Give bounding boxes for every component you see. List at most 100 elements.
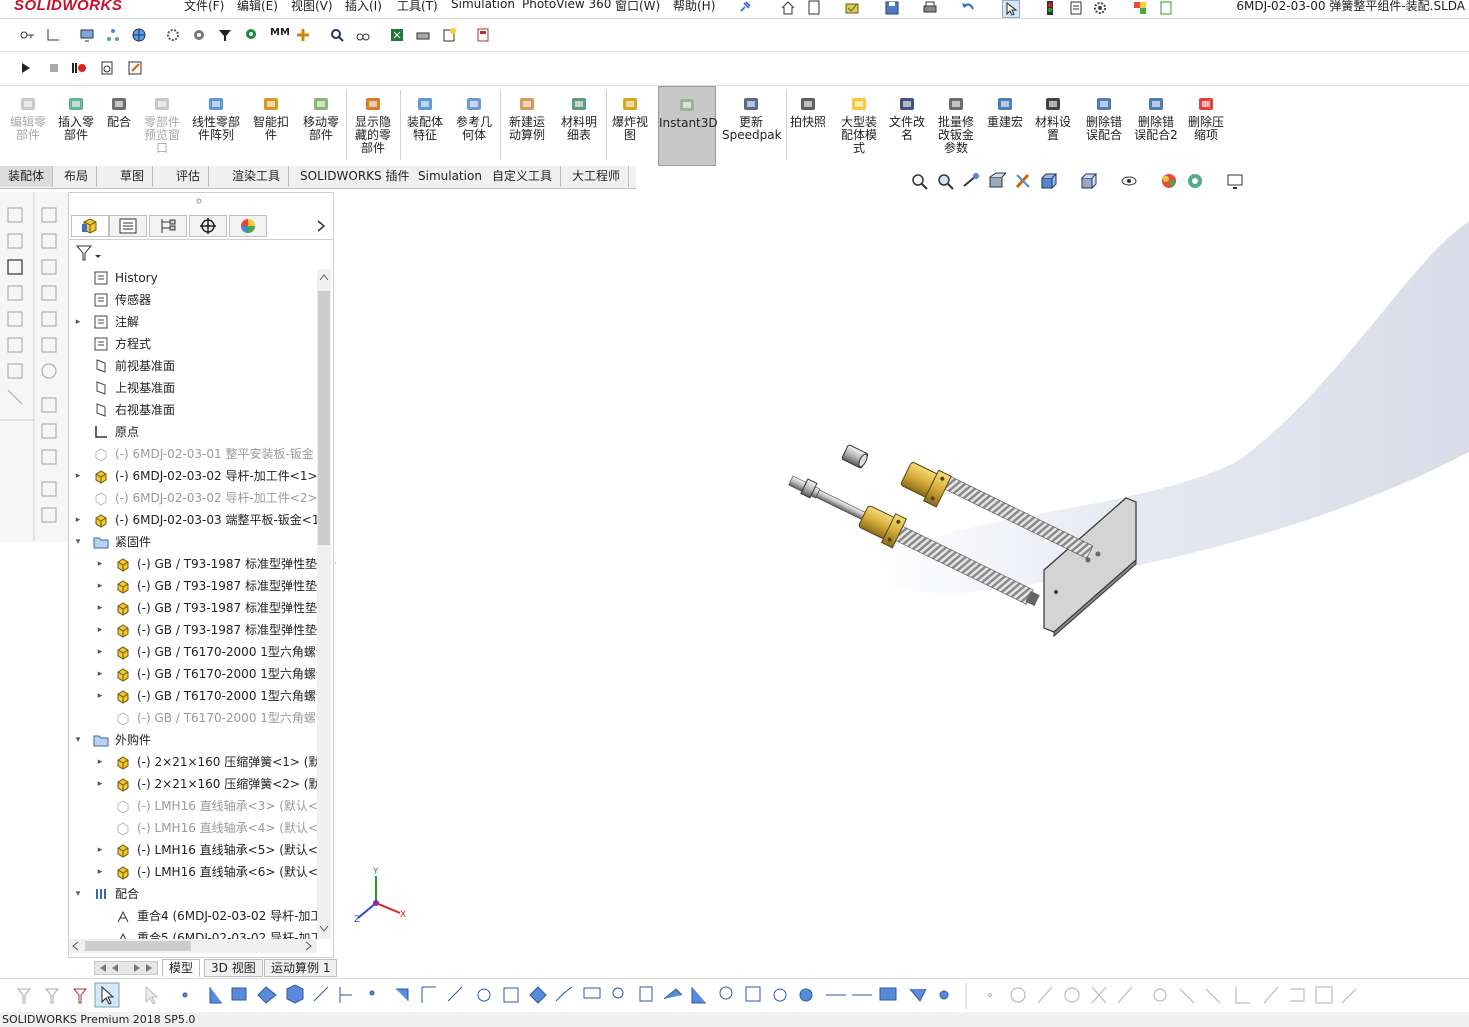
location-pin-icon[interactable] bbox=[243, 27, 259, 43]
cmd-bom-button[interactable]: 材料明 细表 bbox=[556, 86, 602, 166]
cmd-speedpak-button[interactable]: 更新 Speedpak bbox=[722, 86, 782, 166]
tab-scroll-arrows-icon[interactable] bbox=[94, 961, 158, 975]
cmd-smart-fastener-button[interactable]: 智能扣 件 bbox=[250, 86, 292, 166]
view-orientation-icon[interactable] bbox=[1040, 172, 1058, 190]
zoom-area-icon[interactable] bbox=[936, 172, 954, 190]
excel-icon[interactable] bbox=[389, 27, 405, 43]
tab-evaluate[interactable]: 评估 bbox=[168, 166, 210, 187]
zoom-to-fit-icon[interactable] bbox=[910, 172, 928, 190]
graphics-area[interactable]: Y X Z bbox=[336, 192, 1469, 958]
new-star-icon[interactable] bbox=[441, 27, 457, 43]
tab-custom-tools[interactable]: 自定义工具 bbox=[484, 166, 562, 187]
menu-edit[interactable]: 编辑(E) bbox=[237, 0, 278, 14]
tree-item[interactable]: (-) GB / T6170-2000 1型六角螺母 bbox=[69, 707, 317, 729]
expand-arrow-icon[interactable]: ▸ bbox=[95, 663, 105, 685]
cmd-instant3d-button[interactable]: Instant3D bbox=[658, 86, 718, 166]
record-macro-icon[interactable] bbox=[71, 60, 87, 76]
tree-item[interactable]: ▸ (-) 6MDJ-02-03-03 端整平板-钣金<1 bbox=[69, 509, 317, 531]
settings-gear-icon[interactable] bbox=[165, 27, 181, 43]
cmd-insert-component-button[interactable]: 插入零 部件 bbox=[54, 86, 98, 166]
tree-item[interactable]: ▸ (-) LMH16 直线轴承<6> (默认< bbox=[69, 861, 317, 883]
tree-item[interactable]: 方程式 bbox=[69, 333, 317, 355]
tab-solidworks-addins[interactable]: SOLIDWORKS 插件 bbox=[292, 166, 419, 187]
tree-item[interactable]: ▸ (-) 6MDJ-02-03-02 导杆-加工件<1> bbox=[69, 465, 317, 487]
tree-item[interactable]: (-) LMH16 直线轴承<4> (默认< bbox=[69, 817, 317, 839]
tree-item[interactable]: 前视基准面 bbox=[69, 355, 317, 377]
tree-item[interactable]: (-) 6MDJ-02-03-02 导杆-加工件<2> bbox=[69, 487, 317, 509]
section-view-icon[interactable] bbox=[988, 172, 1006, 190]
edit-macro-icon[interactable] bbox=[127, 60, 143, 76]
tree-item[interactable]: (-) LMH16 直线轴承<3> (默认< bbox=[69, 795, 317, 817]
run-macro-icon[interactable] bbox=[18, 60, 34, 76]
tree-item[interactable]: ▸ (-) GB / T6170-2000 1型六角螺母 bbox=[69, 663, 317, 685]
tree-item[interactable]: ▾ 紧固件 bbox=[69, 531, 317, 553]
new-document-icon[interactable] bbox=[806, 0, 822, 16]
view-settings-icon[interactable] bbox=[1226, 172, 1244, 190]
expand-arrow-icon[interactable]: ▸ bbox=[95, 641, 105, 663]
open-icon[interactable] bbox=[844, 0, 860, 16]
printer-icon[interactable] bbox=[415, 27, 431, 43]
edit-appearance-icon[interactable] bbox=[1160, 172, 1178, 190]
previous-view-icon[interactable] bbox=[962, 172, 980, 190]
cmd-rebuild-macro-button[interactable]: 重建宏 bbox=[984, 86, 1026, 166]
assembly-model-view[interactable]: Y X Z bbox=[336, 192, 1469, 958]
tab-motion-study[interactable]: 运动算例 1 bbox=[264, 959, 338, 977]
tree-item[interactable]: ▸ (-) 2×21×160 压缩弹簧<2> (默认 bbox=[69, 773, 317, 795]
colorful-cubes-icon[interactable] bbox=[1132, 0, 1148, 16]
expand-arrow-icon[interactable]: ▸ bbox=[95, 553, 105, 575]
scroll-left-icon[interactable] bbox=[71, 941, 81, 951]
expand-arrow-icon[interactable]: ▸ bbox=[95, 619, 105, 641]
print-icon[interactable] bbox=[922, 0, 938, 16]
options-gear-icon[interactable] bbox=[1092, 0, 1108, 16]
save-icon[interactable] bbox=[884, 0, 900, 16]
cmd-delete-suppressed-button[interactable]: 删除压 缩项 bbox=[1184, 86, 1228, 166]
tree-item[interactable]: ▸ (-) GB / T6170-2000 1型六角螺母 bbox=[69, 641, 317, 663]
vertical-scroll-thumb[interactable] bbox=[318, 291, 330, 545]
cmd-linear-pattern-button[interactable]: 线性零部 件阵列 bbox=[188, 86, 244, 166]
tree-horizontal-scrollbar[interactable] bbox=[69, 939, 317, 953]
undo-icon[interactable] bbox=[960, 0, 976, 16]
expand-arrow-icon[interactable]: ▸ bbox=[95, 597, 105, 619]
menu-view[interactable]: 视图(V) bbox=[291, 0, 333, 14]
tree-item[interactable]: ▸ (-) GB / T93-1987 标准型弹性垫 bbox=[69, 575, 317, 597]
scroll-right-icon[interactable] bbox=[303, 941, 313, 951]
tree-item[interactable]: ▸ (-) GB / T6170-2000 1型六角螺母 bbox=[69, 685, 317, 707]
expand-arrow-icon[interactable]: ▸ bbox=[95, 685, 105, 707]
monitor-icon[interactable] bbox=[79, 27, 95, 43]
traffic-light-icon[interactable] bbox=[1042, 0, 1058, 16]
tree-item[interactable]: ▸ 注解 bbox=[69, 311, 317, 333]
tab-3d-view[interactable]: 3D 视图 bbox=[204, 959, 263, 977]
cross-plug-icon[interactable] bbox=[295, 27, 311, 43]
cmd-snapshot-button[interactable]: 拍快照 bbox=[786, 86, 830, 166]
collapse-arrow-icon[interactable]: ▾ bbox=[73, 531, 83, 553]
tab-simulation[interactable]: Simulation bbox=[410, 166, 491, 187]
menu-window[interactable]: 窗口(W) bbox=[615, 0, 660, 14]
horizontal-scroll-thumb[interactable] bbox=[85, 941, 191, 951]
dynamic-annotation-icon[interactable] bbox=[1014, 172, 1032, 190]
menu-tools[interactable]: 工具(T) bbox=[397, 0, 438, 14]
tree-item[interactable]: ▸ (-) GB / T93-1987 标准型弹性垫 bbox=[69, 597, 317, 619]
tab-model[interactable]: 模型 bbox=[162, 959, 201, 977]
scroll-down-icon[interactable] bbox=[319, 923, 329, 933]
cmd-material-set-button[interactable]: 材料设 置 bbox=[1032, 86, 1074, 166]
tab-render-tools[interactable]: 渲染工具 bbox=[224, 166, 290, 187]
cmd-reference-geometry-button[interactable]: 参考几 何体 bbox=[452, 86, 496, 166]
cmd-rename-file-button[interactable]: 文件改 名 bbox=[884, 86, 930, 166]
tab-layout[interactable]: 布局 bbox=[56, 166, 98, 187]
cmd-large-assembly-button[interactable]: 大型装 配体模 式 bbox=[836, 86, 882, 166]
green-page-icon[interactable] bbox=[1158, 0, 1174, 16]
cmd-component-preview-button[interactable]: 零部件 预览窗 口 bbox=[140, 86, 184, 166]
file-properties-icon[interactable] bbox=[1068, 0, 1084, 16]
tab-sketch[interactable]: 草图 bbox=[112, 166, 154, 187]
cmd-delete-mate2-button[interactable]: 删除错 误配合2 bbox=[1132, 86, 1180, 166]
tree-item[interactable]: 上视基准面 bbox=[69, 377, 317, 399]
search-icon[interactable] bbox=[329, 27, 345, 43]
calculator-icon[interactable] bbox=[475, 27, 491, 43]
tree-item[interactable]: 传感器 bbox=[69, 289, 317, 311]
expand-arrow-icon[interactable]: ▸ bbox=[73, 311, 83, 333]
tree-item[interactable]: ▾ 外购件 bbox=[69, 729, 317, 751]
cmd-exploded-view-button[interactable]: 爆炸视 图 bbox=[606, 86, 654, 166]
funnel-dark-icon[interactable] bbox=[217, 27, 233, 43]
tab-engineer[interactable]: 大工程师 bbox=[564, 166, 630, 187]
cmd-move-component-button[interactable]: 移动零 部件 bbox=[298, 86, 344, 166]
